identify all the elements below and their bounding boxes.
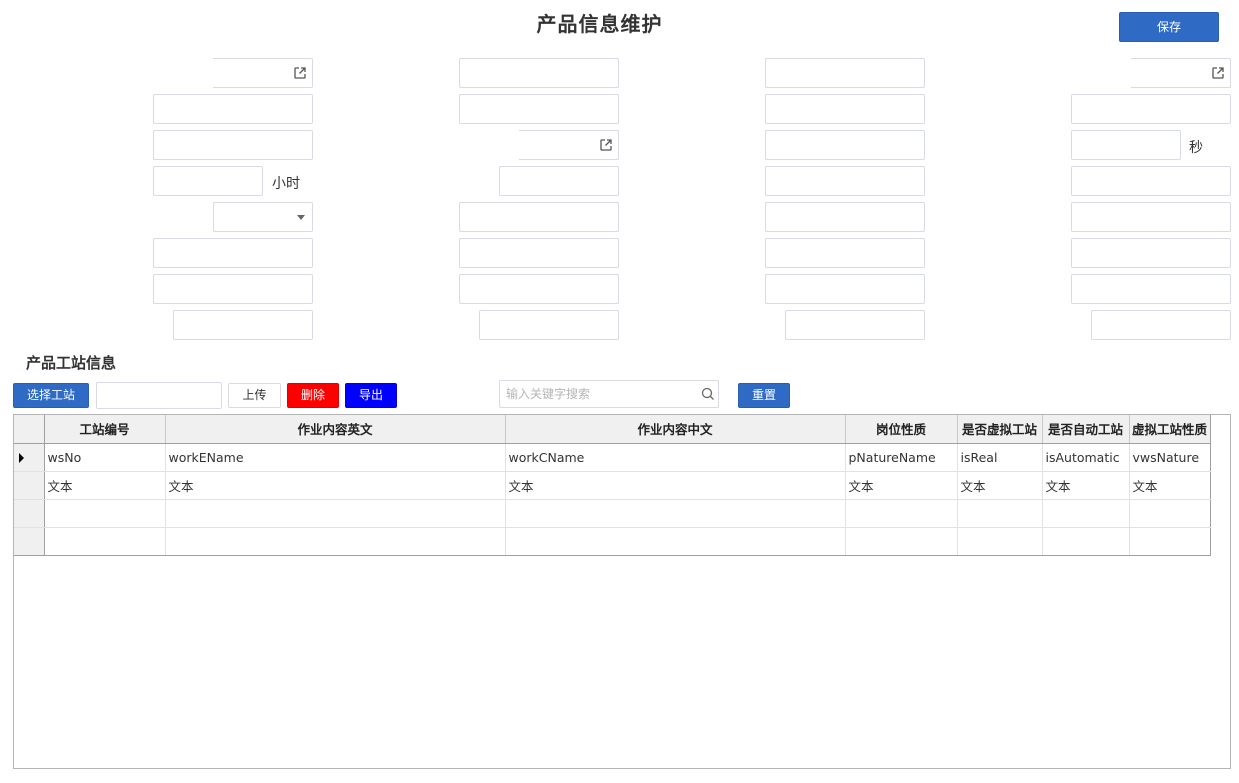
- table-cell[interactable]: 文本: [1129, 471, 1211, 500]
- form-field-c2-r8[interactable]: [479, 310, 619, 340]
- form-field-c3-r8[interactable]: [785, 310, 925, 340]
- chevron-down-icon: [297, 215, 305, 220]
- table-cell[interactable]: vwsNature: [1129, 443, 1211, 472]
- row-header[interactable]: [14, 443, 45, 472]
- form-field-c2-r3[interactable]: [519, 130, 619, 160]
- table-cell[interactable]: [505, 527, 846, 556]
- form-field-c1-r6[interactable]: [153, 238, 313, 268]
- form-field-c4-r5[interactable]: [1071, 202, 1231, 232]
- form-field-c3-r3[interactable]: [765, 130, 925, 160]
- table-cell[interactable]: 文本: [165, 471, 506, 500]
- table-row[interactable]: [14, 527, 1211, 556]
- table-cell[interactable]: 文本: [845, 471, 958, 500]
- upload-button[interactable]: 上传: [228, 383, 281, 408]
- search-icon[interactable]: [701, 387, 715, 401]
- column-header[interactable]: 作业内容中文: [505, 415, 846, 444]
- table-cell[interactable]: [845, 499, 958, 528]
- table-cell[interactable]: isAutomatic: [1042, 443, 1130, 472]
- form-field-c2-r2[interactable]: [459, 94, 619, 124]
- form-field-c4-r6[interactable]: [1071, 238, 1231, 268]
- table-header-row: 工站编号 作业内容英文 作业内容中文 岗位性质 是否虚拟工站 是否自动工站 虚拟…: [14, 415, 1211, 444]
- table-cell[interactable]: [957, 527, 1043, 556]
- seconds-field[interactable]: [1071, 130, 1181, 160]
- table-cell[interactable]: [845, 527, 958, 556]
- section-title: 产品工站信息: [26, 354, 117, 372]
- open-external-icon[interactable]: [293, 66, 307, 80]
- seconds-unit-label: 秒: [1189, 140, 1203, 156]
- table-cell[interactable]: [1042, 499, 1130, 528]
- form-field-c3-r2[interactable]: [765, 94, 925, 124]
- open-external-icon[interactable]: [1211, 66, 1225, 80]
- row-header[interactable]: [14, 471, 45, 500]
- column-header[interactable]: 作业内容英文: [165, 415, 506, 444]
- column-header[interactable]: 岗位性质: [845, 415, 958, 444]
- hours-unit-label: 小时: [272, 176, 300, 192]
- table-row[interactable]: wsNo workEName workCName pNatureName isR…: [14, 443, 1211, 472]
- form-field-c1-r7[interactable]: [153, 274, 313, 304]
- form-field-c3-r4[interactable]: [765, 166, 925, 196]
- table-cell[interactable]: workCName: [505, 443, 846, 472]
- save-button[interactable]: 保存: [1119, 12, 1219, 42]
- column-header[interactable]: 工站编号: [44, 415, 166, 444]
- form-field-c2-r6[interactable]: [459, 238, 619, 268]
- form-field-c3-r5[interactable]: [765, 202, 925, 232]
- form-field-c4-r1[interactable]: [1131, 58, 1231, 88]
- table-cell[interactable]: 文本: [44, 471, 166, 500]
- page-title: 产品信息维护: [536, 12, 663, 36]
- reset-button[interactable]: 重置: [738, 383, 790, 408]
- form-field-c2-r5[interactable]: [459, 202, 619, 232]
- table-cell[interactable]: [1129, 499, 1211, 528]
- form-field-c1-r3[interactable]: [153, 130, 313, 160]
- station-grid[interactable]: 工站编号 作业内容英文 作业内容中文 岗位性质 是否虚拟工站 是否自动工站 虚拟…: [13, 414, 1231, 769]
- current-row-icon: [19, 452, 24, 463]
- table-cell[interactable]: 文本: [505, 471, 846, 500]
- table-cell[interactable]: [44, 527, 166, 556]
- station-table: 工站编号 作业内容英文 作业内容中文 岗位性质 是否虚拟工站 是否自动工站 虚拟…: [14, 415, 1211, 556]
- column-header[interactable]: 是否自动工站: [1042, 415, 1130, 444]
- table-cell[interactable]: pNatureName: [845, 443, 958, 472]
- table-cell[interactable]: wsNo: [44, 443, 166, 472]
- table-cell[interactable]: workEName: [165, 443, 506, 472]
- table-cell[interactable]: [1129, 527, 1211, 556]
- row-header[interactable]: [14, 527, 45, 556]
- table-cell[interactable]: [1042, 527, 1130, 556]
- form-field-c1-r1[interactable]: [213, 58, 313, 88]
- table-cell[interactable]: [957, 499, 1043, 528]
- open-external-icon[interactable]: [599, 138, 613, 152]
- form-field-c4-r4[interactable]: [1071, 166, 1231, 196]
- form-field-c2-r1[interactable]: [459, 58, 619, 88]
- table-cell[interactable]: 文本: [957, 471, 1043, 500]
- table-row[interactable]: [14, 499, 1211, 528]
- row-header-corner: [14, 415, 45, 444]
- form-field-c3-r7[interactable]: [765, 274, 925, 304]
- form-field-c2-r7[interactable]: [459, 274, 619, 304]
- form-field-c3-r6[interactable]: [765, 238, 925, 268]
- column-header[interactable]: 虚拟工站性质: [1129, 415, 1211, 444]
- table-cell[interactable]: [165, 527, 506, 556]
- export-button[interactable]: 导出: [345, 383, 397, 408]
- table-cell[interactable]: isReal: [957, 443, 1043, 472]
- table-cell[interactable]: [44, 499, 166, 528]
- delete-button[interactable]: 删除: [287, 383, 339, 408]
- form-field-c3-r1[interactable]: [765, 58, 925, 88]
- form-field-c1-r8[interactable]: [173, 310, 313, 340]
- form-field-c4-r7[interactable]: [1071, 274, 1231, 304]
- search-box[interactable]: [499, 380, 719, 408]
- form-field-c4-r8[interactable]: [1091, 310, 1231, 340]
- table-cell[interactable]: [165, 499, 506, 528]
- row-header[interactable]: [14, 499, 45, 528]
- table-cell[interactable]: [505, 499, 846, 528]
- column-header[interactable]: 是否虚拟工站: [957, 415, 1043, 444]
- select-field[interactable]: [213, 202, 313, 232]
- form-field-c2-r4[interactable]: [499, 166, 619, 196]
- select-station-button[interactable]: 选择工站: [13, 383, 89, 408]
- upload-file-input[interactable]: [96, 382, 222, 409]
- search-input[interactable]: [500, 381, 690, 407]
- form-field-c1-r2[interactable]: [153, 94, 313, 124]
- form-field-c4-r2[interactable]: [1071, 94, 1231, 124]
- table-cell[interactable]: 文本: [1042, 471, 1130, 500]
- hours-field[interactable]: [153, 166, 263, 196]
- table-row[interactable]: 文本 文本 文本 文本 文本 文本 文本: [14, 471, 1211, 500]
